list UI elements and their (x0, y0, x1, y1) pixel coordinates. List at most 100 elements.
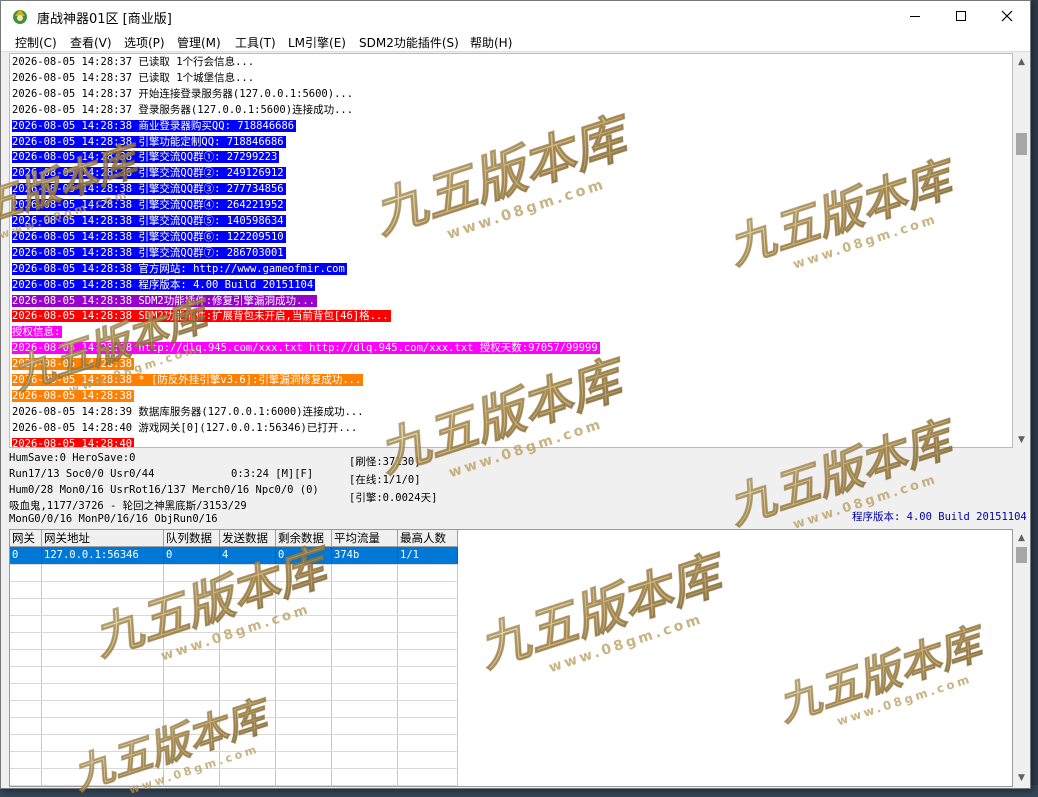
log-line-text: 2026-08-05 14:28:37 开始连接登录服务器(127.0.0.1:… (12, 87, 354, 100)
table-header-cell[interactable]: 发送数据 (220, 530, 276, 547)
log-line-text: 2026-08-05 14:28:39 数据库服务器(127.0.0.1:600… (12, 405, 364, 418)
log-line: 2026-08-05 14:28:38 引擎交流QQ群③: 277734856 (12, 182, 286, 196)
maximize-button[interactable] (938, 1, 984, 31)
table-scroll-up-icon[interactable]: ▲ (1013, 529, 1030, 546)
status-mongen: MonG0/0/16 MonP0/16/16 ObjRun0/16 (9, 513, 218, 525)
table-row (10, 615, 458, 616)
table-column (42, 530, 164, 786)
table-scrollbar[interactable]: ▲ ▼ (1013, 529, 1030, 787)
log-line: 2026-08-05 14:28:38 引擎交流QQ群④: 264221952 (12, 198, 286, 212)
log-line: 2026-08-05 14:28:38 (12, 389, 135, 403)
log-line-text: 2026-08-05 14:28:38 商业登录器购买QQ: 718846686 (12, 119, 297, 132)
table-cell[interactable]: 127.0.0.1:56346 (42, 547, 164, 564)
log-scrollbar[interactable]: ▲ ▼ (1013, 53, 1030, 448)
gateway-table[interactable]: 网关 0 网关地址 127.0.0.1:56346 队列数据 0 发送数据 4 剩余数据 0 平均流… (9, 529, 1013, 787)
menu-sdm2-plugin[interactable]: SDM2功能插件(S) (359, 34, 459, 51)
log-line-text: 2026-08-05 14:28:37 已读取 1个城堡信息... (12, 71, 255, 84)
menu-control[interactable]: 控制(C) (15, 34, 57, 51)
table-header-cell[interactable]: 网关地址 (42, 530, 164, 547)
log-line: 2026-08-05 14:28:38 引擎交流QQ群①: 27299223 (12, 150, 280, 164)
log-line-text: 2026-08-05 14:28:38 引擎交流QQ群④: 264221952 (12, 199, 286, 212)
title-bar[interactable]: 唐战神器01区 [商业版] (1, 1, 1030, 31)
log-line-text: 2026-08-05 14:28:38 (12, 358, 135, 371)
log-line: 2026-08-05 14:28:37 已读取 1个城堡信息... (12, 71, 256, 85)
menu-options[interactable]: 选项(P) (124, 34, 165, 51)
table-row (10, 785, 458, 786)
menu-view[interactable]: 查看(V) (70, 34, 112, 51)
log-line: 2026-08-05 14:28:38 商业登录器购买QQ: 718846686 (12, 119, 297, 133)
table-row (10, 581, 458, 582)
close-button[interactable] (984, 1, 1030, 31)
menu-manage[interactable]: 管理(M) (177, 34, 221, 51)
log-line-text: 授权信息: (12, 326, 63, 339)
status-refresh: [刷怪:37130] (349, 456, 421, 468)
table-scroll-down-icon[interactable]: ▼ (1013, 769, 1030, 786)
table-row (10, 666, 458, 667)
scroll-down-icon[interactable]: ▼ (1013, 431, 1030, 448)
log-line: 2026-08-05 14:28:38 http://dlq.945.com/x… (12, 341, 600, 355)
table-cell[interactable]: 0 (276, 547, 332, 564)
maximize-icon (956, 11, 966, 21)
scroll-up-icon[interactable]: ▲ (1013, 53, 1030, 70)
table-row (10, 632, 458, 633)
log-line-text: 2026-08-05 14:28:38 程序版本: 4.00 Build 201… (12, 278, 316, 291)
table-cell[interactable]: 0 (10, 547, 42, 564)
table-header-cell[interactable]: 队列数据 (164, 530, 220, 547)
table-column (276, 530, 332, 786)
menu-help[interactable]: 帮助(H) (470, 34, 512, 51)
log-line: 2026-08-05 14:28:40 游戏网关[0](127.0.0.1:56… (12, 421, 359, 435)
log-line-text: 2026-08-05 14:28:38 引擎交流QQ群②: 249126912 (12, 167, 286, 180)
table-header-cell[interactable]: 网关 (10, 530, 42, 547)
table-row (10, 683, 458, 684)
log-line: 2026-08-05 14:28:38 * [防反外挂引擎v3.6]:引擎漏洞修… (12, 373, 364, 387)
table-cell[interactable]: 374b (332, 547, 398, 564)
log-line: 2026-08-05 14:28:39 数据库服务器(127.0.0.1:600… (12, 405, 366, 419)
log-output[interactable]: 2026-08-05 14:28:37 已读取 1个行会信息... 2026-08… (9, 53, 1013, 448)
log-line-text: 2026-08-05 14:28:38 (12, 389, 135, 402)
status-version: 程序版本: 4.00 Build 20151104 (852, 511, 1027, 523)
log-line-text: 2026-08-05 14:28:40 (12, 437, 135, 448)
log-line-text: 2026-08-05 14:28:37 已读取 1个行会信息... (12, 56, 255, 68)
log-line: 2026-08-05 14:28:37 已读取 1个行会信息... (12, 55, 256, 69)
log-line-text: 2026-08-05 14:28:38 引擎交流QQ群③: 277734856 (12, 183, 286, 196)
log-line-text: 2026-08-05 14:28:38 SDM2功能插件:扩展背包未开启,当前背… (12, 310, 391, 323)
minimize-icon (910, 15, 920, 17)
table-row (10, 734, 458, 735)
minimize-button[interactable] (892, 1, 938, 31)
log-line-text: 2026-08-05 14:28:40 游戏网关[0](127.0.0.1:56… (12, 421, 358, 434)
main-window: 唐战神器01区 [商业版] 控制(C) 查看(V) 选项(P) 管理(M) 工具… (0, 0, 1031, 789)
status-uptime: 0:3:24 [M][F] (231, 468, 314, 480)
table-row (10, 564, 458, 565)
log-line-text: 2026-08-05 14:28:38 官方网站: http://www.gam… (12, 262, 347, 275)
log-line: 2026-08-05 14:28:38 程序版本: 4.00 Build 201… (12, 278, 316, 292)
log-line: 2026-08-05 14:28:38 官方网站: http://www.gam… (12, 262, 347, 276)
log-line-text: 2026-08-05 14:28:38 http://dlq.945.com/x… (12, 342, 600, 355)
table-row (10, 717, 458, 718)
close-icon (1001, 10, 1013, 22)
status-engine: [引擎:0.0024天] (349, 492, 438, 504)
table-header-cell[interactable]: 平均流量 (332, 530, 398, 547)
table-column (332, 530, 398, 786)
table-column (164, 530, 220, 786)
log-line-text: 2026-08-05 14:28:38 引擎交流QQ群①: 27299223 (12, 151, 280, 164)
status-online: [在线:1/1/0] (349, 474, 421, 486)
table-header-cell[interactable]: 最高人数 (398, 530, 458, 547)
log-line: 2026-08-05 14:28:38 SDM2功能插件:扩展背包未开启,当前背… (12, 309, 391, 323)
table-scroll-thumb[interactable] (1016, 547, 1027, 563)
menu-lm-engine[interactable]: LM引擎(E) (288, 34, 346, 51)
table-cell[interactable]: 0 (164, 547, 220, 564)
log-scroll-thumb[interactable] (1016, 133, 1027, 155)
log-line: 2026-08-05 14:28:37 开始连接登录服务器(127.0.0.1:… (12, 87, 355, 101)
table-row (10, 751, 458, 752)
menu-tools[interactable]: 工具(T) (235, 34, 276, 51)
table-row (10, 768, 458, 769)
table-cell[interactable]: 4 (220, 547, 276, 564)
status-panel: HumSave:0 HeroSave:0 Run17/13 Soc0/0 Usr… (9, 450, 1030, 528)
table-cell[interactable]: 1/1 (398, 547, 458, 564)
status-monster: 吸血鬼,1177/3726 - 轮回之神黑底斯/3153/29 (9, 500, 247, 512)
table-header-cell[interactable]: 剩余数据 (276, 530, 332, 547)
log-line: 2026-08-05 14:28:38 引擎交流QQ群⑤: 140598634 (12, 214, 286, 228)
log-line: 2026-08-05 14:28:37 登录服务器(127.0.0.1:5600… (12, 103, 355, 117)
log-line-text: 2026-08-05 14:28:38 SDM2功能插件:修复引擎漏洞成功... (12, 294, 318, 307)
table-row (10, 649, 458, 650)
